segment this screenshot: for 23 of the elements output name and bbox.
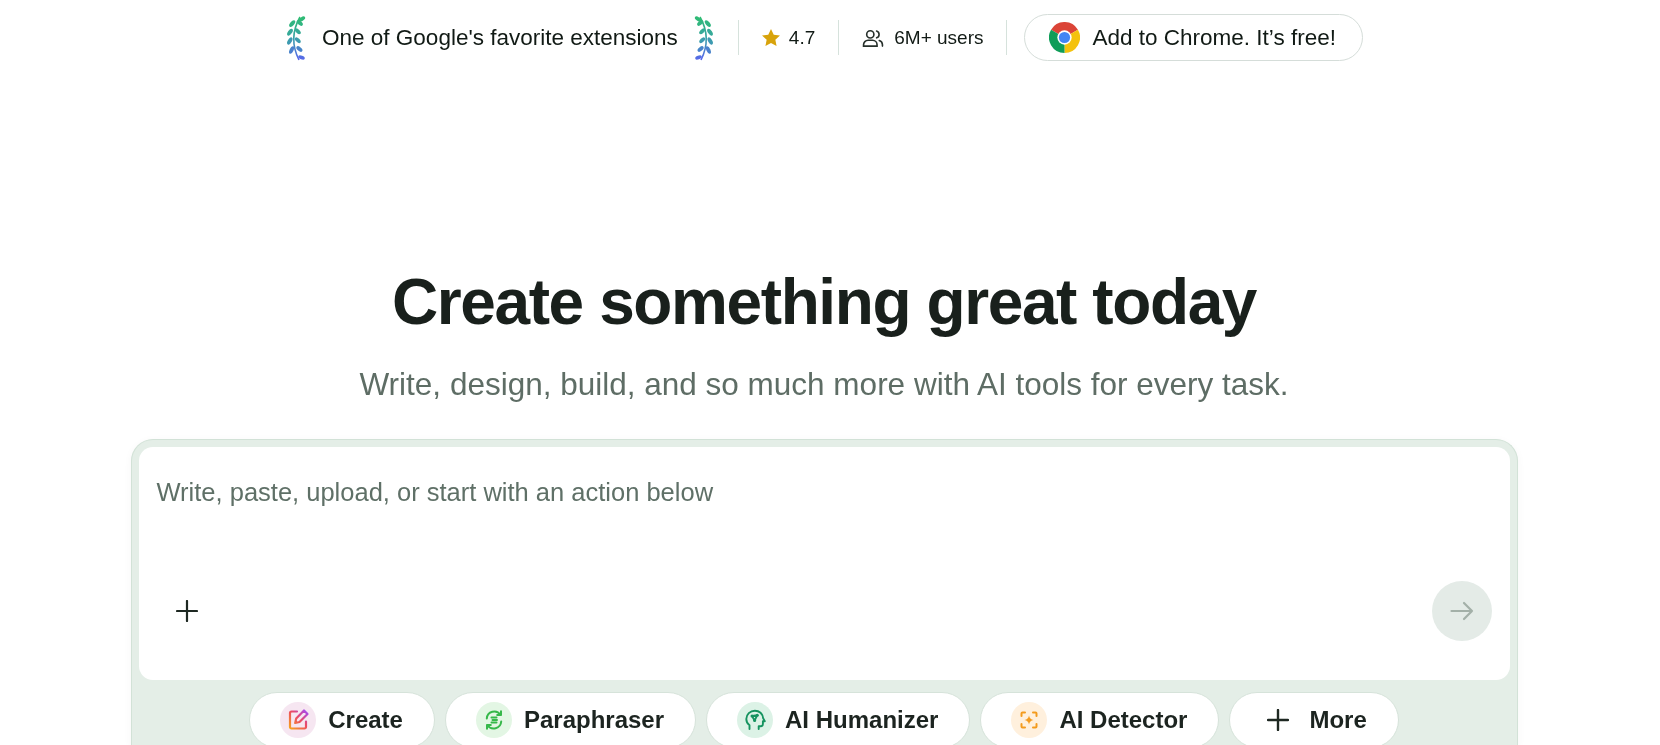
sparkle-frame-icon: [1011, 702, 1048, 738]
plus-icon: [1267, 709, 1290, 731]
users-icon: [862, 28, 885, 47]
prompt-field[interactable]: Write, paste, upload, or start with an action below: [138, 447, 1510, 581]
laurel-icon: [692, 14, 715, 61]
action-button[interactable]: AI Detector: [980, 692, 1220, 745]
user-count: 6M+ users: [894, 26, 984, 49]
action-button[interactable]: Paraphraser: [444, 692, 697, 745]
rating-value: 4.7: [788, 26, 816, 49]
plus-icon: [175, 600, 198, 622]
add-to-chrome-button[interactable]: Add to Chrome. It’s free!: [1024, 14, 1363, 61]
star-icon: [761, 29, 780, 46]
arrow-icon: [1449, 601, 1474, 621]
prompt-box[interactable]: Write, paste, upload, or start with an action below: [138, 447, 1510, 680]
award-text: One of Google's favorite extensions: [322, 24, 678, 51]
action-button[interactable]: More: [1229, 692, 1399, 745]
head-network-icon: [737, 702, 774, 738]
action-button[interactable]: AI Humanizer: [706, 692, 971, 745]
chrome-logo-icon: [1049, 22, 1081, 53]
page-subtitle: Write, design, build, and so much more with AI tools for every task.: [358, 365, 1290, 403]
circular-arrows-icon: [475, 702, 512, 738]
laurel-icon: [285, 14, 308, 61]
action-button[interactable]: Create: [249, 692, 435, 745]
